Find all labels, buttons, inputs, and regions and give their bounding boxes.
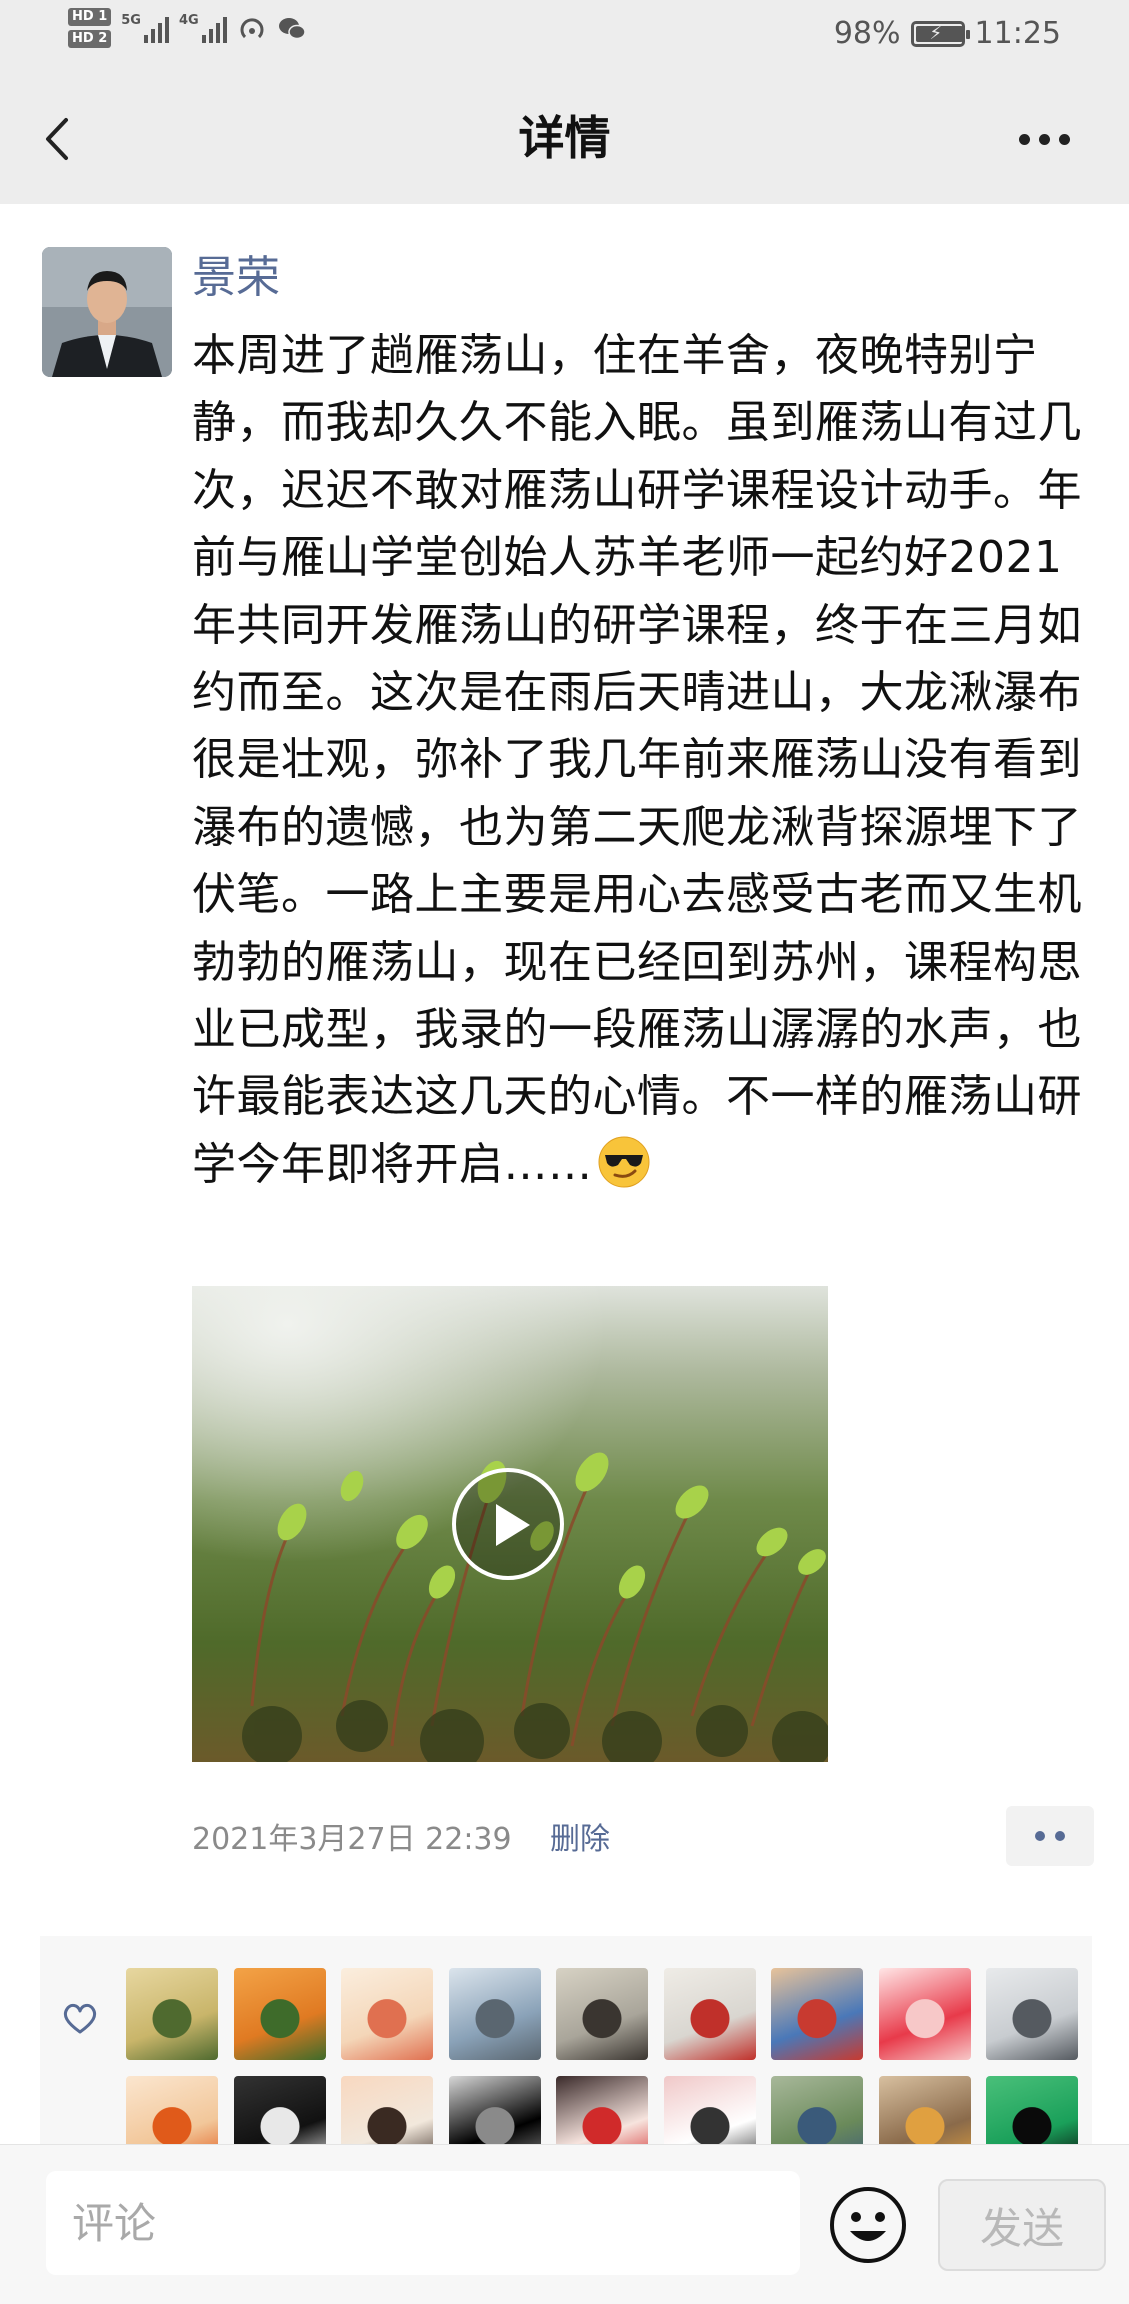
status-bar: HD 1 HD 2 5G 4G 98% ⚡ 11:25 <box>0 0 1129 72</box>
wechat-icon <box>278 18 306 40</box>
liker-avatar-13[interactable] <box>448 2076 541 2146</box>
liker-avatar-11[interactable] <box>233 2076 326 2146</box>
status-bar-right: 98% ⚡ 11:25 <box>834 16 1061 51</box>
author-avatar[interactable] <box>42 247 172 377</box>
smiley-icon[interactable] <box>828 2185 908 2265</box>
clock: 11:25 <box>974 16 1061 51</box>
nav-bar: 详情 <box>0 72 1129 204</box>
battery-icon: ⚡ <box>910 20 970 47</box>
send-button[interactable]: 发送 <box>938 2179 1106 2271</box>
post-text: 本周进了趟雁荡山，住在羊舍，夜晚特别宁静，而我却久久不能入眠。虽到雁荡山有过几次… <box>192 330 1082 1190</box>
liker-avatar-18[interactable] <box>986 2076 1078 2146</box>
liker-avatar-3[interactable] <box>341 1968 433 2060</box>
more-icon[interactable] <box>1019 124 1079 154</box>
liker-avatar-16[interactable] <box>771 2076 863 2146</box>
status-bar-left: HD 1 HD 2 5G 4G <box>68 8 307 48</box>
post-body: 本周进了趟雁荡山，住在羊舍，夜晚特别宁静，而我却久久不能入眠。虽到雁荡山有过几次… <box>192 322 1092 1198</box>
sim-indicators: HD 1 HD 2 <box>68 8 112 48</box>
network-5g-label: 5G <box>121 13 141 28</box>
delete-link[interactable]: 删除 <box>550 1818 610 1862</box>
likes-panel <box>40 1936 1092 2146</box>
signal-5g-icon: 5G <box>121 13 169 43</box>
sim1-badge: HD 1 <box>68 8 112 26</box>
liker-avatar-2[interactable] <box>233 1968 326 2060</box>
page-title: 详情 <box>518 111 611 165</box>
play-icon <box>496 1504 530 1546</box>
heart-icon <box>63 2003 97 2034</box>
hotspot-icon <box>240 18 264 39</box>
liker-avatar-17[interactable] <box>878 2076 971 2146</box>
play-button[interactable] <box>452 1468 564 1580</box>
liker-avatar-5[interactable] <box>556 1968 648 2060</box>
author-name[interactable]: 景荣 <box>192 248 280 308</box>
post-video[interactable] <box>192 1286 828 1762</box>
liker-avatar-7[interactable] <box>771 1968 863 2060</box>
liker-avatar-15[interactable] <box>663 2076 756 2146</box>
liker-avatar-9[interactable] <box>986 1968 1078 2060</box>
comment-like-menu-button[interactable] <box>1006 1806 1094 1866</box>
liker-avatar-1[interactable] <box>126 1968 218 2060</box>
liker-avatar-12[interactable] <box>341 2076 433 2146</box>
battery-percent: 98% <box>833 16 901 51</box>
signal-4g-icon: 4G <box>179 13 227 43</box>
network-4g-label: 4G <box>178 13 199 28</box>
sim2-badge: HD 2 <box>68 30 112 48</box>
liker-avatar-10[interactable] <box>126 2076 218 2146</box>
post-timestamp: 2021年3月27日 22:39 <box>192 1822 512 1857</box>
comment-bar: 发送 <box>0 2144 1129 2304</box>
sunglasses-emoji <box>598 1136 649 1188</box>
liker-avatar-6[interactable] <box>663 1968 756 2060</box>
liker-avatar-14[interactable] <box>556 2076 648 2146</box>
liker-avatar-4[interactable] <box>448 1968 541 2060</box>
comment-input[interactable] <box>46 2171 800 2275</box>
liker-avatar-8[interactable] <box>878 1968 971 2060</box>
